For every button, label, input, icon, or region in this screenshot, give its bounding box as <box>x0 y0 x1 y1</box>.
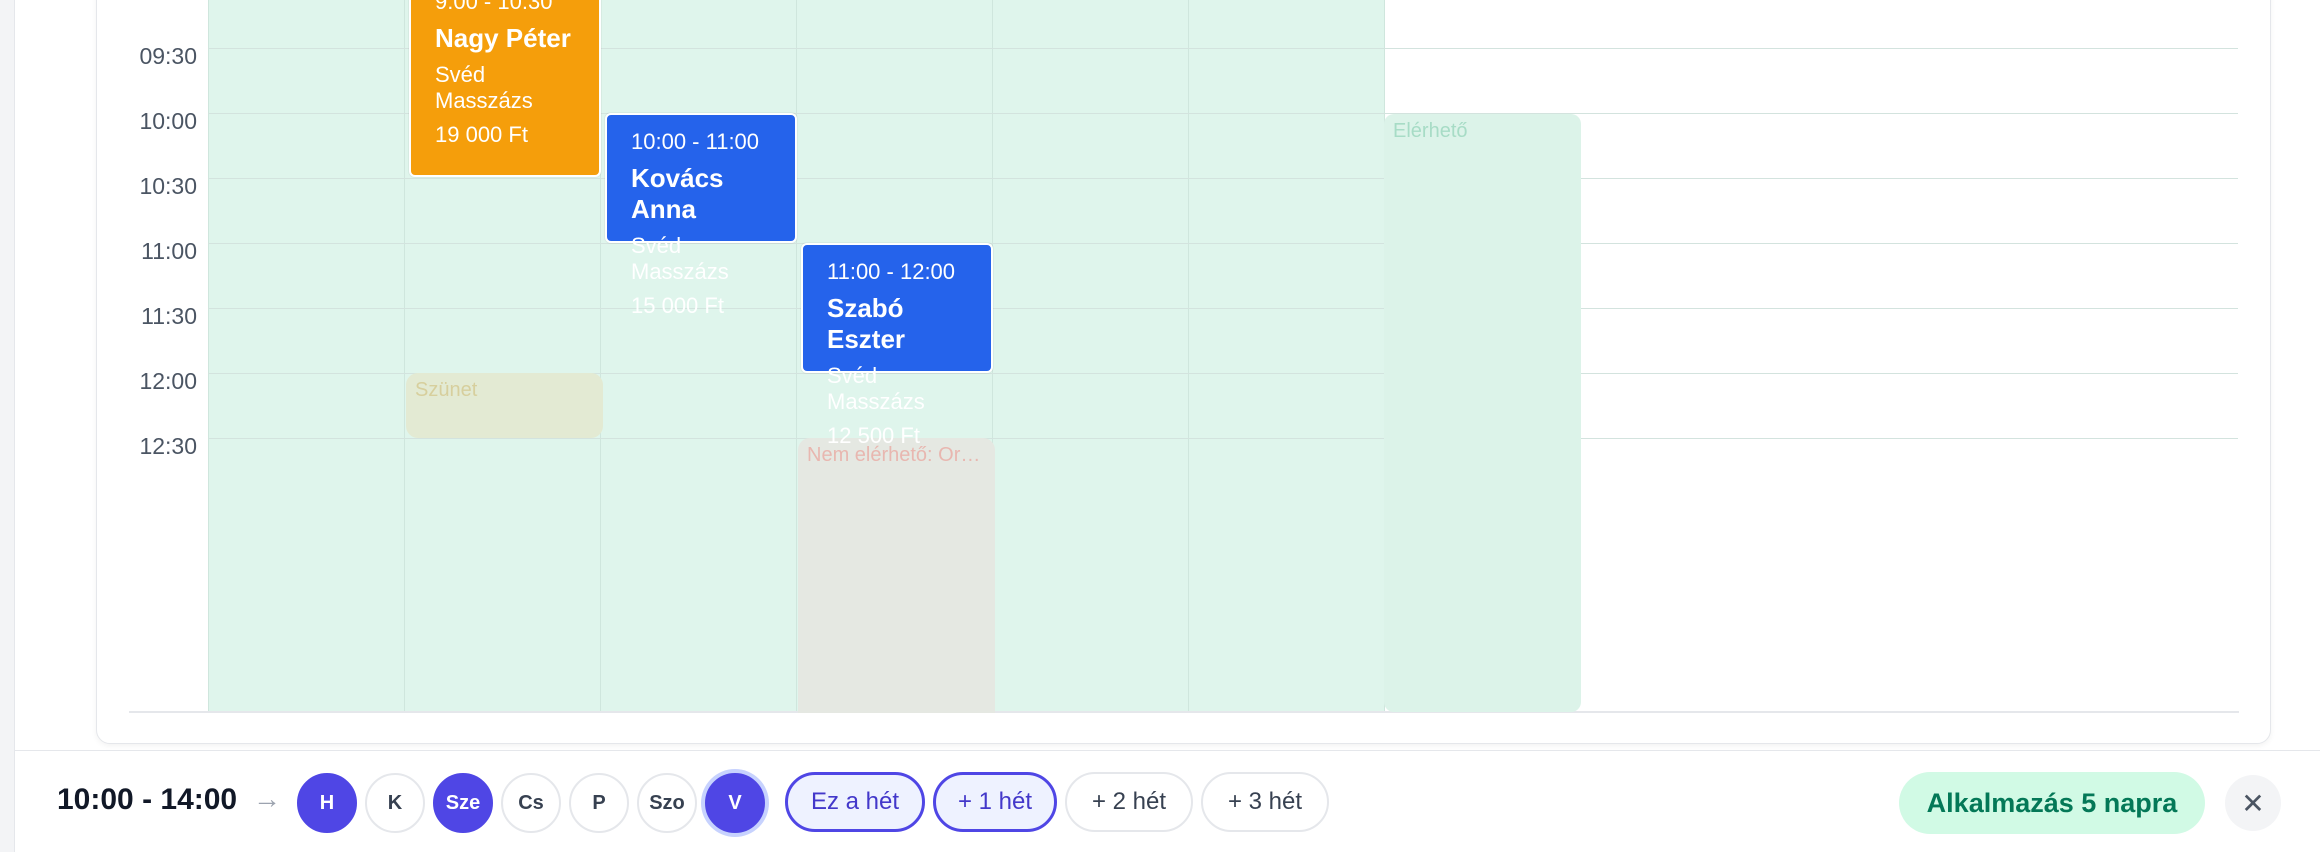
day-toggle-p[interactable]: P <box>569 773 629 833</box>
pause-label: Szünet <box>415 379 478 401</box>
close-icon[interactable]: ✕ <box>2225 775 2281 831</box>
time-label: 11:00 <box>141 238 197 264</box>
appointment-service: Svéd Masszázs <box>435 62 533 113</box>
appointment-card[interactable]: 9:00 - 10:30 Nagy Péter Svéd Masszázs 19… <box>409 0 601 177</box>
day-toggle-sze[interactable]: Sze <box>433 773 493 833</box>
time-label: 10:00 <box>139 108 197 134</box>
arrow-right-icon: → <box>253 783 281 814</box>
grid-bottom-border <box>129 711 2239 713</box>
grid-line <box>208 243 2238 244</box>
week-plus-3-button[interactable]: + 3 hét <box>1201 772 1329 832</box>
day-column[interactable] <box>208 0 404 713</box>
time-label: 11:30 <box>141 303 197 329</box>
week-this-button[interactable]: Ez a hét <box>785 772 925 832</box>
week-plus-1-button[interactable]: + 1 hét <box>933 772 1057 832</box>
appointment-client: Kovács Anna <box>631 163 724 224</box>
time-label: 09:30 <box>139 43 197 69</box>
day-column[interactable] <box>1188 0 1384 713</box>
appointment-price: 19 000 Ft <box>435 122 528 147</box>
grid-line <box>208 438 2238 439</box>
time-label: 12:00 <box>139 368 197 394</box>
pause-block[interactable]: Szünet <box>406 373 603 438</box>
week-plus-2-button[interactable]: + 2 hét <box>1065 772 1193 832</box>
day-toggle-szo[interactable]: Szo <box>637 773 697 833</box>
grid-line <box>208 308 2238 309</box>
availability-label: Elérhető <box>1393 120 1468 142</box>
calendar-card: 09:30 10:00 10:30 11:00 11:30 12:00 12:3… <box>96 0 2271 744</box>
day-toggle-v[interactable]: V <box>705 773 765 833</box>
appointment-price: 15 000 Ft <box>631 293 724 318</box>
appointment-time: 10:00 - 11:00 <box>631 129 760 154</box>
day-column[interactable] <box>992 0 1188 713</box>
day-toggle-k[interactable]: K <box>365 773 425 833</box>
appointment-card[interactable]: 11:00 - 12:00 Szabó Eszter Svéd Masszázs… <box>801 243 993 448</box>
day-column[interactable] <box>600 0 796 713</box>
apply-button[interactable]: Alkalmazás 5 napra <box>1899 772 2205 834</box>
availability-block[interactable]: Elérhető <box>1384 114 1581 712</box>
appointment-service: Svéd Masszázs <box>827 363 925 414</box>
appointment-client: Nagy Péter <box>435 23 571 53</box>
time-range-label: 10:00 - 14:00 <box>57 783 238 816</box>
appointment-price: 12 500 Ft <box>827 423 920 448</box>
day-toggle-cs[interactable]: Cs <box>501 773 561 833</box>
appointment-time: 9:00 - 10:30 <box>435 0 553 14</box>
appointment-service: Svéd Masszázs <box>631 233 729 284</box>
day-toggle-h[interactable]: H <box>297 773 357 833</box>
time-label: 12:30 <box>139 433 197 459</box>
time-label: 10:30 <box>139 173 197 199</box>
bulk-apply-toolbar: 10:00 - 14:00 → H K Sze Cs P Szo V Ez a … <box>15 750 2320 852</box>
appointment-time: 11:00 - 12:00 <box>827 259 956 284</box>
appointment-card[interactable]: 10:00 - 11:00 Kovács Anna Svéd Masszázs … <box>605 113 797 318</box>
grid-line <box>208 178 2238 179</box>
unavailable-block[interactable]: Nem elérhető: Orvosi vizsgálat <box>798 438 995 713</box>
app-window: 09:30 10:00 10:30 11:00 11:30 12:00 12:3… <box>14 0 2320 852</box>
appointment-client: Szabó Eszter <box>827 293 906 354</box>
